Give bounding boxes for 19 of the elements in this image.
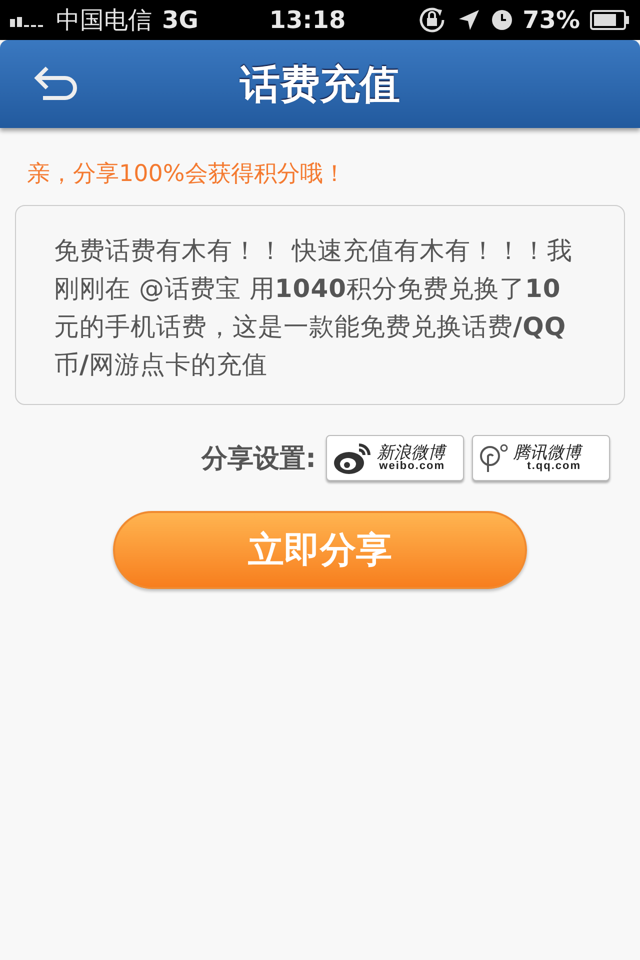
service-domain: t.qq.com: [527, 461, 581, 472]
carrier-name: 中国电信: [56, 5, 152, 36]
rotation-lock-icon: [416, 5, 447, 35]
bird-logo-icon: [479, 442, 509, 474]
eye-logo-icon: [333, 441, 373, 475]
service-domain: weibo.com: [379, 461, 445, 472]
location-arrow-icon: [456, 8, 481, 32]
clock-time: 13:18: [269, 6, 346, 34]
clock-icon: [490, 9, 513, 31]
service-name: 新浪微博: [377, 444, 445, 461]
service-name: 腾讯微博: [513, 444, 581, 461]
network-type: 3G: [162, 6, 198, 34]
share-service-toggle[interactable]: 新浪微博 weibo.com: [326, 435, 464, 481]
share-service-toggle[interactable]: 腾讯微博 t.qq.com: [472, 435, 610, 481]
hint-text: 亲，分享100%会获得积分哦！: [27, 160, 346, 189]
page-title: 话费充值: [240, 60, 400, 110]
battery-icon: [590, 10, 630, 30]
battery-percent: 73%: [522, 6, 580, 34]
share-settings-label: 分享设置:: [202, 442, 316, 476]
